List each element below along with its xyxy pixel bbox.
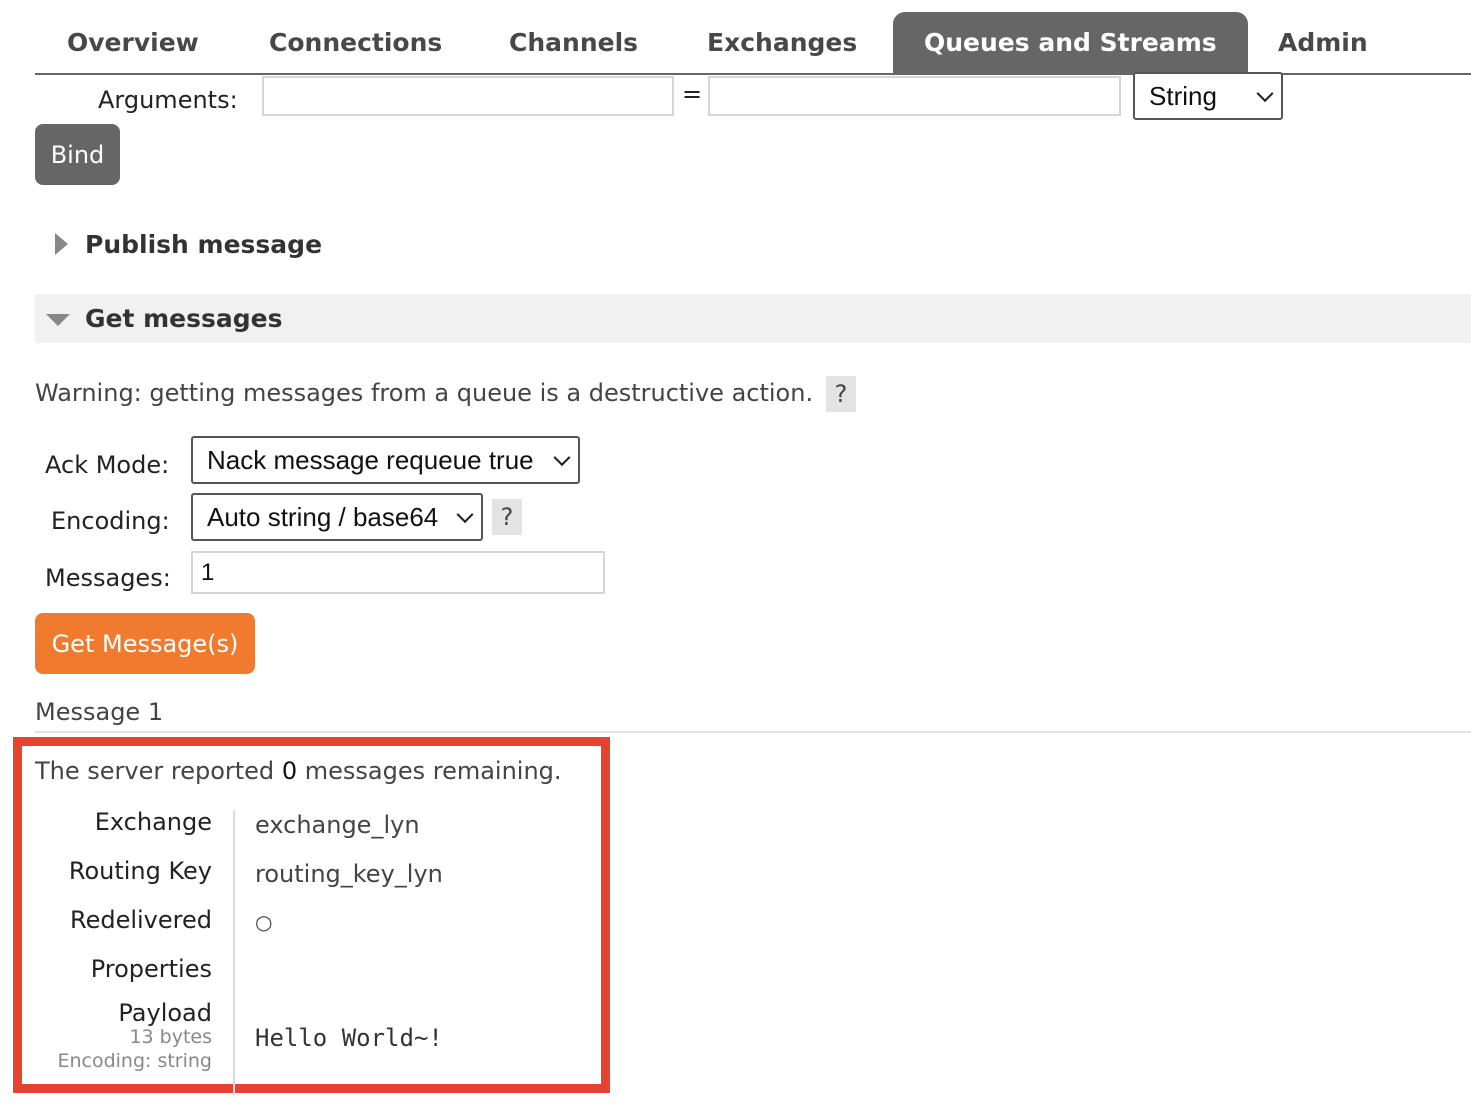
message-heading: Message 1 (35, 698, 164, 726)
redelivered-label: Redelivered (69, 906, 212, 934)
expanded-triangle-icon[interactable] (46, 314, 70, 326)
payload-label: Payload (118, 999, 212, 1027)
tab-queues-and-streams[interactable]: Queues and Streams (893, 12, 1248, 74)
collapsed-triangle-icon[interactable] (55, 233, 68, 255)
routing-key-value: routing_key_lyn (255, 860, 443, 888)
table-divider (233, 810, 235, 1095)
ack-mode-label: Ack Mode: (45, 451, 170, 479)
arguments-label: Arguments: (98, 86, 238, 114)
payload-value: Hello World~! (255, 1024, 443, 1052)
ack-mode-select[interactable]: Nack message requeue true (191, 436, 580, 484)
argument-key-input[interactable] (262, 76, 674, 116)
publish-message-toggle[interactable]: Publish message (85, 230, 322, 259)
encoding-select[interactable]: Auto string / base64 (191, 493, 483, 541)
get-messages-button[interactable]: Get Message(s) (35, 613, 255, 674)
chevron-down-icon (456, 506, 474, 524)
encoding-label: Encoding: (51, 507, 170, 535)
tab-exchanges[interactable]: Exchanges (707, 12, 857, 74)
tab-channels[interactable]: Channels (509, 12, 638, 74)
divider (35, 731, 1471, 733)
remaining-count: 0 (281, 757, 298, 785)
get-messages-toggle[interactable]: Get messages (85, 304, 283, 333)
messages-count-input[interactable]: 1 (191, 551, 605, 594)
tab-connections[interactable]: Connections (269, 12, 442, 74)
exchange-value: exchange_lyn (255, 811, 420, 839)
redelivered-value: ○ (255, 910, 273, 934)
encoding-selected: Auto string / base64 (207, 501, 439, 532)
properties-label: Properties (90, 955, 212, 983)
chevron-down-icon (553, 449, 571, 467)
ack-mode-selected: Nack message requeue true (207, 444, 534, 475)
argument-type-select[interactable]: String (1133, 72, 1283, 120)
equals-sign: = (682, 80, 703, 108)
remaining-suffix: messages remaining. (304, 757, 562, 785)
remaining-messages-text: The server reported 0 messages remaining… (35, 757, 562, 785)
warning-help-button[interactable]: ? (826, 376, 856, 412)
payload-encoding: Encoding: string (57, 1050, 212, 1072)
chevron-down-icon (1256, 85, 1274, 103)
argument-type-selected: String (1149, 80, 1217, 111)
encoding-help-button[interactable]: ? (492, 499, 522, 535)
argument-value-input[interactable] (708, 76, 1121, 116)
destructive-warning: Warning: getting messages from a queue i… (35, 379, 814, 407)
payload-size: 13 bytes (129, 1026, 212, 1048)
main-nav-tabs: Overview Connections Channels Exchanges … (35, 0, 1471, 75)
messages-count-label: Messages: (45, 564, 171, 592)
bind-button[interactable]: Bind (35, 124, 120, 185)
remaining-prefix: The server reported (35, 757, 275, 785)
exchange-label: Exchange (94, 808, 212, 836)
tab-admin[interactable]: Admin (1278, 12, 1368, 74)
routing-key-label: Routing Key (68, 857, 212, 885)
tab-overview[interactable]: Overview (67, 12, 199, 74)
